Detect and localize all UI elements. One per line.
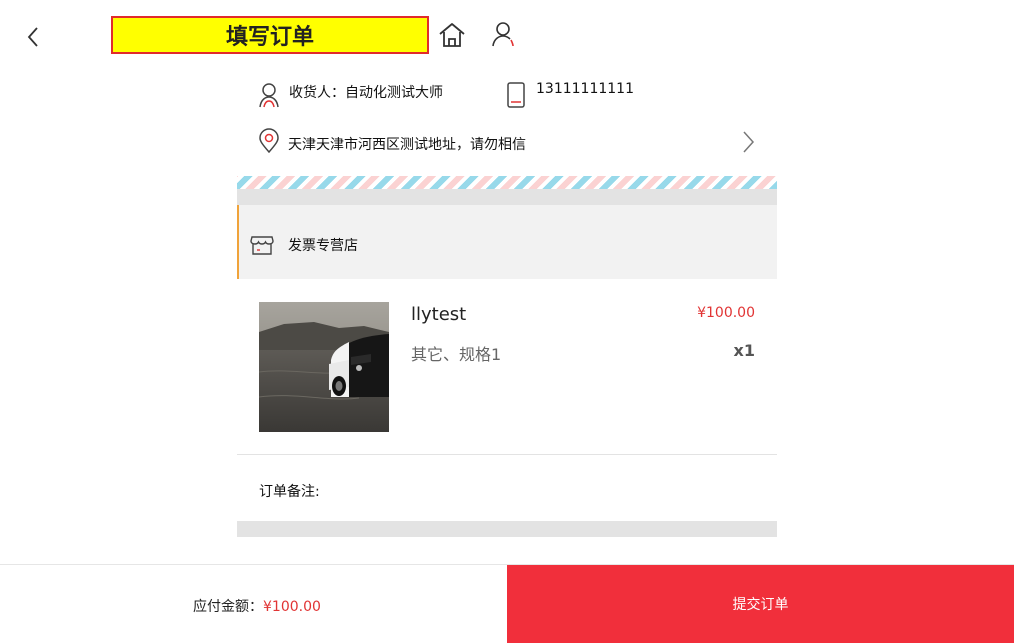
address-text: 天津天津市河西区测试地址，请勿相信 (288, 137, 526, 153)
section-gap (237, 189, 777, 205)
back-button[interactable] (22, 24, 46, 50)
total-amount: 应付金额：¥100.00 (193, 596, 321, 616)
order-note-label: 订单备注: (259, 484, 320, 500)
section-gap (237, 521, 777, 537)
product-price: ¥100.00 (697, 305, 755, 321)
total-value: ¥100.00 (263, 599, 321, 615)
submit-order-button[interactable]: 提交订单 (507, 565, 1014, 643)
product-spec: 其它、规格1 (411, 345, 502, 364)
user-center-button[interactable] (490, 20, 518, 50)
receiver-icon (259, 83, 279, 108)
page-title: 填写订单 (111, 16, 429, 54)
address-block[interactable]: 收货人：自动化测试大师 13111111111 天津天津市河西区测试地址，请勿相… (237, 70, 777, 170)
product-name: llytest (411, 304, 467, 325)
store-name: 发票专营店 (288, 238, 358, 254)
product-thumbnail[interactable] (259, 302, 389, 432)
airmail-stripe-divider (237, 176, 777, 189)
chevron-right-icon (743, 131, 755, 153)
home-button[interactable] (437, 21, 467, 49)
product-quantity: x1 (733, 341, 755, 360)
user-icon (492, 22, 514, 47)
phone-icon (507, 82, 525, 108)
phone-text: 13111111111 (536, 81, 634, 97)
order-note-input[interactable] (330, 470, 770, 510)
home-icon (439, 23, 465, 47)
location-pin-icon (259, 128, 279, 154)
product-image (259, 302, 389, 432)
divider (237, 454, 777, 455)
chevron-left-icon (27, 27, 38, 47)
receiver-text: 收货人：自动化测试大师 (289, 85, 443, 101)
total-label: 应付金额： (193, 599, 263, 615)
store-icon (250, 236, 274, 255)
